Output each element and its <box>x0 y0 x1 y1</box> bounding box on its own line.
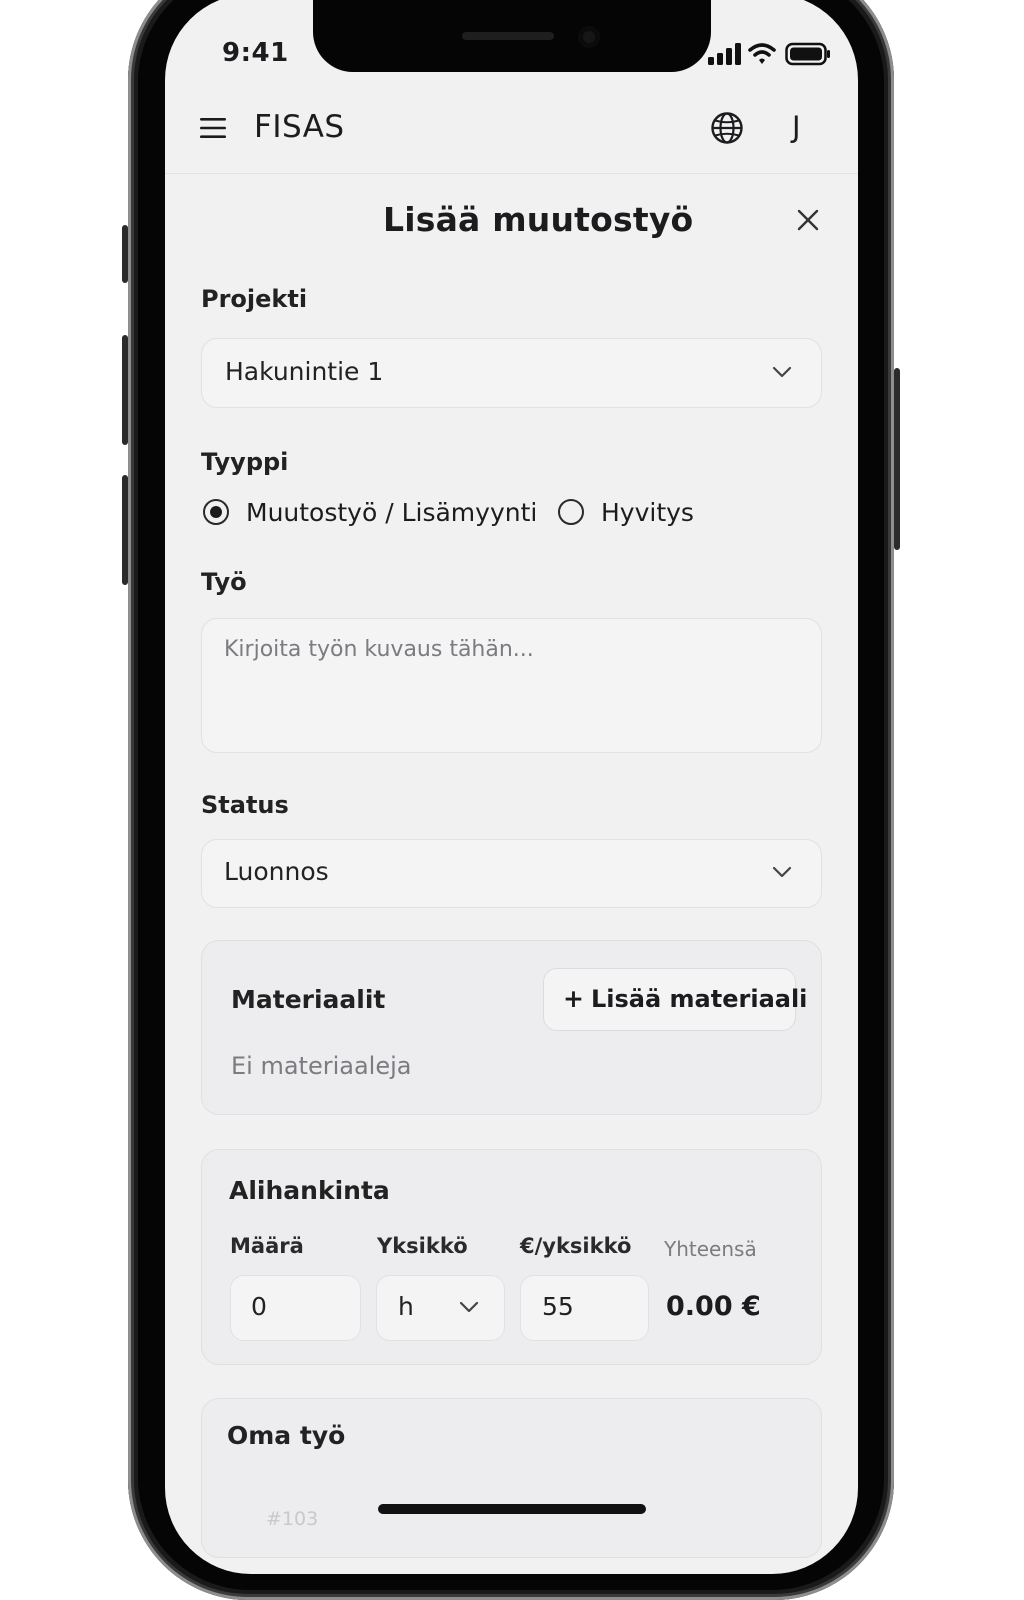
globe-icon[interactable] <box>710 111 744 145</box>
header-divider <box>165 173 858 174</box>
unit-select[interactable] <box>376 1275 505 1341</box>
materials-title: Materiaalit <box>231 985 386 1014</box>
total-label: Yhteensä <box>664 1237 757 1261</box>
close-icon[interactable] <box>796 208 820 232</box>
phone-side-button-right <box>894 368 900 550</box>
radio-change-work[interactable] <box>203 499 229 525</box>
radio-selected-dot <box>209 505 222 518</box>
radio-credit-label[interactable]: Hyvitys <box>601 498 694 527</box>
user-avatar[interactable]: J <box>792 110 801 144</box>
type-label: Tyyppi <box>201 448 289 476</box>
plus-icon: + <box>563 984 584 1013</box>
modal-title: Lisää muutostyö <box>383 200 694 239</box>
unit-price-input[interactable] <box>520 1275 649 1341</box>
notch-camera <box>578 26 600 48</box>
battery-icon <box>785 42 830 66</box>
quantity-input[interactable] <box>230 1275 361 1341</box>
project-label: Projekti <box>201 285 308 313</box>
project-select-value: Hakunintie 1 <box>225 357 384 386</box>
app-name: FISAS <box>254 109 345 145</box>
chevron-down-icon <box>772 366 792 378</box>
work-description-placeholder: Kirjoita työn kuvaus tähän... <box>224 637 534 662</box>
work-label: Työ <box>201 568 247 596</box>
materials-empty-text: Ei materiaaleja <box>231 1052 412 1080</box>
hamburger-menu-icon[interactable] <box>200 117 226 139</box>
wifi-icon <box>748 43 776 64</box>
footer-reference: #103 <box>266 1508 319 1530</box>
home-indicator[interactable] <box>378 1504 646 1514</box>
status-label: Status <box>201 791 289 819</box>
chevron-down-icon <box>772 866 792 878</box>
unit-select-value: h <box>398 1292 414 1321</box>
status-time: 9:41 <box>222 38 289 68</box>
unit-price-label: €/yksikkö <box>520 1234 632 1258</box>
radio-change-work-label[interactable]: Muutostyö / Lisämyynti <box>246 498 537 527</box>
notch-speaker <box>462 32 554 40</box>
subcontracting-total: 0.00 € <box>666 1291 761 1322</box>
quantity-value: 0 <box>251 1292 267 1321</box>
quantity-label: Määrä <box>230 1234 304 1258</box>
add-material-button-label: Lisää materiaali <box>591 985 808 1013</box>
subcontracting-title: Alihankinta <box>229 1176 390 1205</box>
own-work-title: Oma työ <box>227 1421 346 1450</box>
unit-price-value: 55 <box>542 1292 574 1321</box>
unit-label: Yksikkö <box>377 1234 468 1258</box>
radio-credit[interactable] <box>558 499 584 525</box>
chevron-down-icon <box>459 1301 479 1313</box>
status-select-value: Luonnos <box>224 857 329 886</box>
signal-icon <box>708 43 741 65</box>
